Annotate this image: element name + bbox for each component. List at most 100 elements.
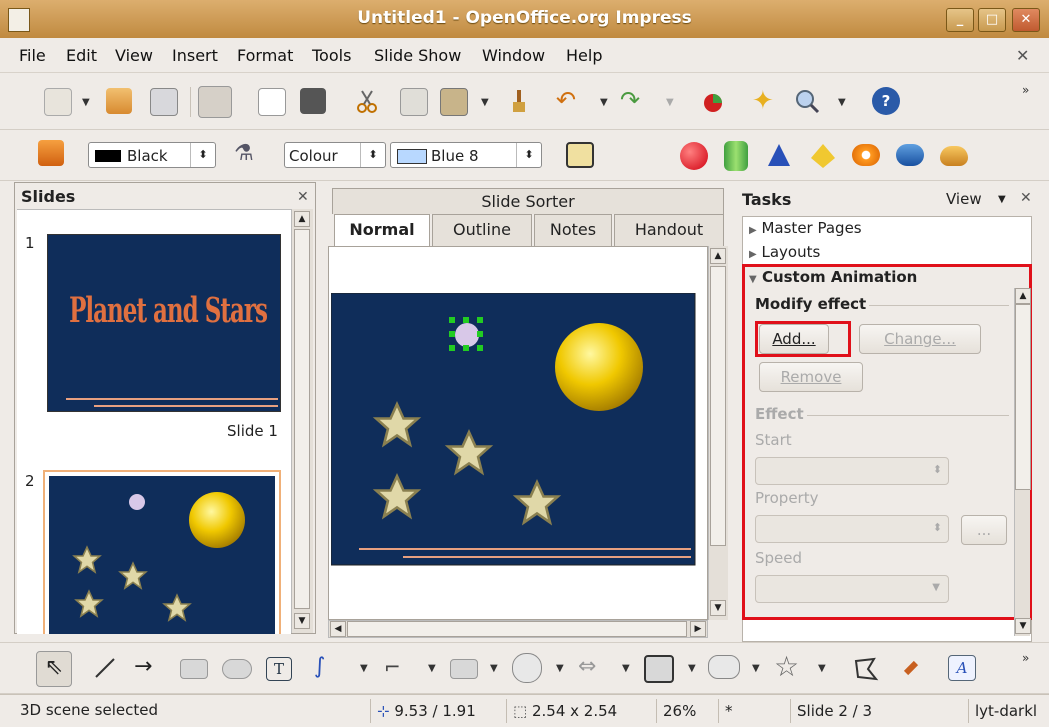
- stars-icon[interactable]: ☆: [774, 653, 800, 681]
- maximize-button[interactable]: □: [978, 8, 1006, 32]
- scroll-thumb[interactable]: [1015, 304, 1031, 490]
- selection-handle[interactable]: [477, 317, 483, 323]
- scroll-down-button[interactable]: ▼: [1015, 618, 1031, 634]
- section-layouts[interactable]: ▶ Layouts: [749, 243, 820, 261]
- canvas-scrollbar-vertical[interactable]: ▲ ▼: [708, 246, 728, 620]
- edit-file-icon[interactable]: [198, 86, 232, 118]
- basic-shapes-dropdown-icon[interactable]: ▼: [490, 663, 498, 674]
- cut-icon[interactable]: [354, 88, 380, 114]
- connector-dropdown-icon[interactable]: ▼: [428, 663, 436, 674]
- print-icon[interactable]: [300, 88, 326, 114]
- shell-icon[interactable]: [896, 144, 924, 166]
- selection-handle[interactable]: [463, 345, 469, 351]
- slide-thumbnail-1[interactable]: Planet and Stars: [47, 234, 281, 412]
- flowchart-dropdown-icon[interactable]: ▼: [688, 663, 696, 674]
- paste-icon[interactable]: [440, 88, 468, 116]
- remove-effect-button[interactable]: Remove: [759, 362, 863, 392]
- redo-dropdown-icon[interactable]: ▼: [666, 97, 674, 108]
- section-custom-animation[interactable]: ▼ Custom Animation: [749, 268, 917, 286]
- tasks-scrollbar[interactable]: ▲ ▼: [1014, 288, 1031, 636]
- status-zoom[interactable]: 26%: [656, 699, 716, 723]
- block-arrows-dropdown-icon[interactable]: ▼: [622, 663, 630, 674]
- rectangle-tool-icon[interactable]: [180, 659, 208, 679]
- slide-canvas[interactable]: [328, 246, 708, 620]
- tab-normal[interactable]: Normal: [334, 214, 430, 246]
- view-dropdown-icon[interactable]: ▼: [998, 194, 1006, 205]
- scroll-thumb[interactable]: [710, 266, 726, 546]
- property-select[interactable]: ⬍: [755, 515, 949, 543]
- glue-points-icon[interactable]: [898, 655, 924, 681]
- menu-insert[interactable]: Insert: [172, 46, 218, 65]
- text-tool-icon[interactable]: T: [266, 657, 292, 681]
- open-icon[interactable]: [106, 88, 132, 114]
- export-pdf-icon[interactable]: [258, 88, 286, 116]
- tab-notes[interactable]: Notes: [534, 214, 612, 246]
- cylinder-icon[interactable]: [724, 141, 748, 171]
- minimize-button[interactable]: _: [946, 8, 974, 32]
- navigator-icon[interactable]: ✦: [752, 88, 778, 114]
- sphere-icon[interactable]: [680, 142, 708, 170]
- toolbar-overflow-icon[interactable]: »: [1022, 83, 1029, 97]
- curve-dropdown-icon[interactable]: ▼: [360, 663, 368, 674]
- start-select[interactable]: ⬍: [755, 457, 949, 485]
- undo-icon[interactable]: ↶: [556, 88, 582, 114]
- clone-formatting-icon[interactable]: [506, 88, 532, 114]
- callouts-dropdown-icon[interactable]: ▼: [752, 663, 760, 674]
- close-document-icon[interactable]: ✕: [1016, 46, 1029, 65]
- close-window-button[interactable]: ✕: [1012, 8, 1040, 32]
- flowchart-icon[interactable]: [644, 655, 674, 683]
- menu-edit[interactable]: Edit: [66, 46, 97, 65]
- basic-shapes-icon[interactable]: [450, 659, 478, 679]
- points-edit-icon[interactable]: [852, 655, 879, 681]
- symbol-shapes-icon[interactable]: [512, 653, 542, 683]
- selection-handle[interactable]: [449, 345, 455, 351]
- symbol-shapes-dropdown-icon[interactable]: ▼: [556, 663, 564, 674]
- chart-icon[interactable]: [700, 88, 726, 114]
- select-pointer-icon[interactable]: ⇖: [36, 651, 72, 687]
- selection-handle[interactable]: [463, 317, 469, 323]
- undo-dropdown-icon[interactable]: ▼: [600, 97, 608, 108]
- connector-tool-icon[interactable]: ⌐: [384, 655, 410, 681]
- canvas-scrollbar-horizontal[interactable]: ◀ ▶: [328, 620, 708, 638]
- selection-handle[interactable]: [477, 345, 483, 351]
- area-color-select[interactable]: Blue 8 ⬍: [390, 142, 542, 168]
- scroll-thumb[interactable]: [294, 229, 310, 609]
- fontwork-icon[interactable]: A: [948, 655, 976, 681]
- slide-sorter-tab[interactable]: Slide Sorter: [332, 188, 724, 214]
- menu-view[interactable]: View: [115, 46, 153, 65]
- slides-scrollbar[interactable]: ▲ ▼: [291, 209, 313, 633]
- selection-handle[interactable]: [449, 317, 455, 323]
- scroll-up-button[interactable]: ▲: [710, 248, 726, 264]
- menu-format[interactable]: Format: [237, 46, 293, 65]
- property-options-button[interactable]: ...: [961, 515, 1007, 545]
- menu-help[interactable]: Help: [566, 46, 602, 65]
- scroll-left-button[interactable]: ◀: [330, 621, 346, 637]
- tasks-view-menu[interactable]: View: [946, 190, 982, 208]
- add-effect-button[interactable]: Add...: [759, 324, 829, 354]
- cone-icon[interactable]: [766, 142, 792, 168]
- scroll-right-button[interactable]: ▶: [690, 621, 706, 637]
- new-dropdown-icon[interactable]: ▼: [82, 97, 90, 108]
- half-sphere-icon[interactable]: [940, 146, 968, 166]
- curve-tool-icon[interactable]: ∫: [314, 655, 340, 681]
- block-arrows-icon[interactable]: ⇔: [578, 655, 604, 681]
- change-effect-button[interactable]: Change...: [859, 324, 981, 354]
- zoom-dropdown-icon[interactable]: ▼: [838, 97, 846, 108]
- shadow-icon[interactable]: [566, 142, 594, 168]
- torus-icon[interactable]: [852, 144, 880, 166]
- scroll-thumb[interactable]: [347, 621, 687, 637]
- close-slides-pane-icon[interactable]: ✕: [297, 189, 309, 205]
- copy-icon[interactable]: [400, 88, 428, 116]
- speed-select[interactable]: ▼: [755, 575, 949, 603]
- tab-handout[interactable]: Handout: [614, 214, 724, 246]
- tab-outline[interactable]: Outline: [432, 214, 532, 246]
- stars-dropdown-icon[interactable]: ▼: [818, 663, 826, 674]
- line-color-select[interactable]: Black ⬍: [88, 142, 216, 168]
- callouts-icon[interactable]: [708, 655, 740, 679]
- menu-file[interactable]: File: [19, 46, 46, 65]
- scroll-down-button[interactable]: ▼: [294, 613, 310, 629]
- selection-handle[interactable]: [477, 331, 483, 337]
- scroll-down-button[interactable]: ▼: [710, 600, 726, 616]
- ellipse-tool-icon[interactable]: [222, 659, 252, 679]
- zoom-icon[interactable]: [794, 88, 820, 114]
